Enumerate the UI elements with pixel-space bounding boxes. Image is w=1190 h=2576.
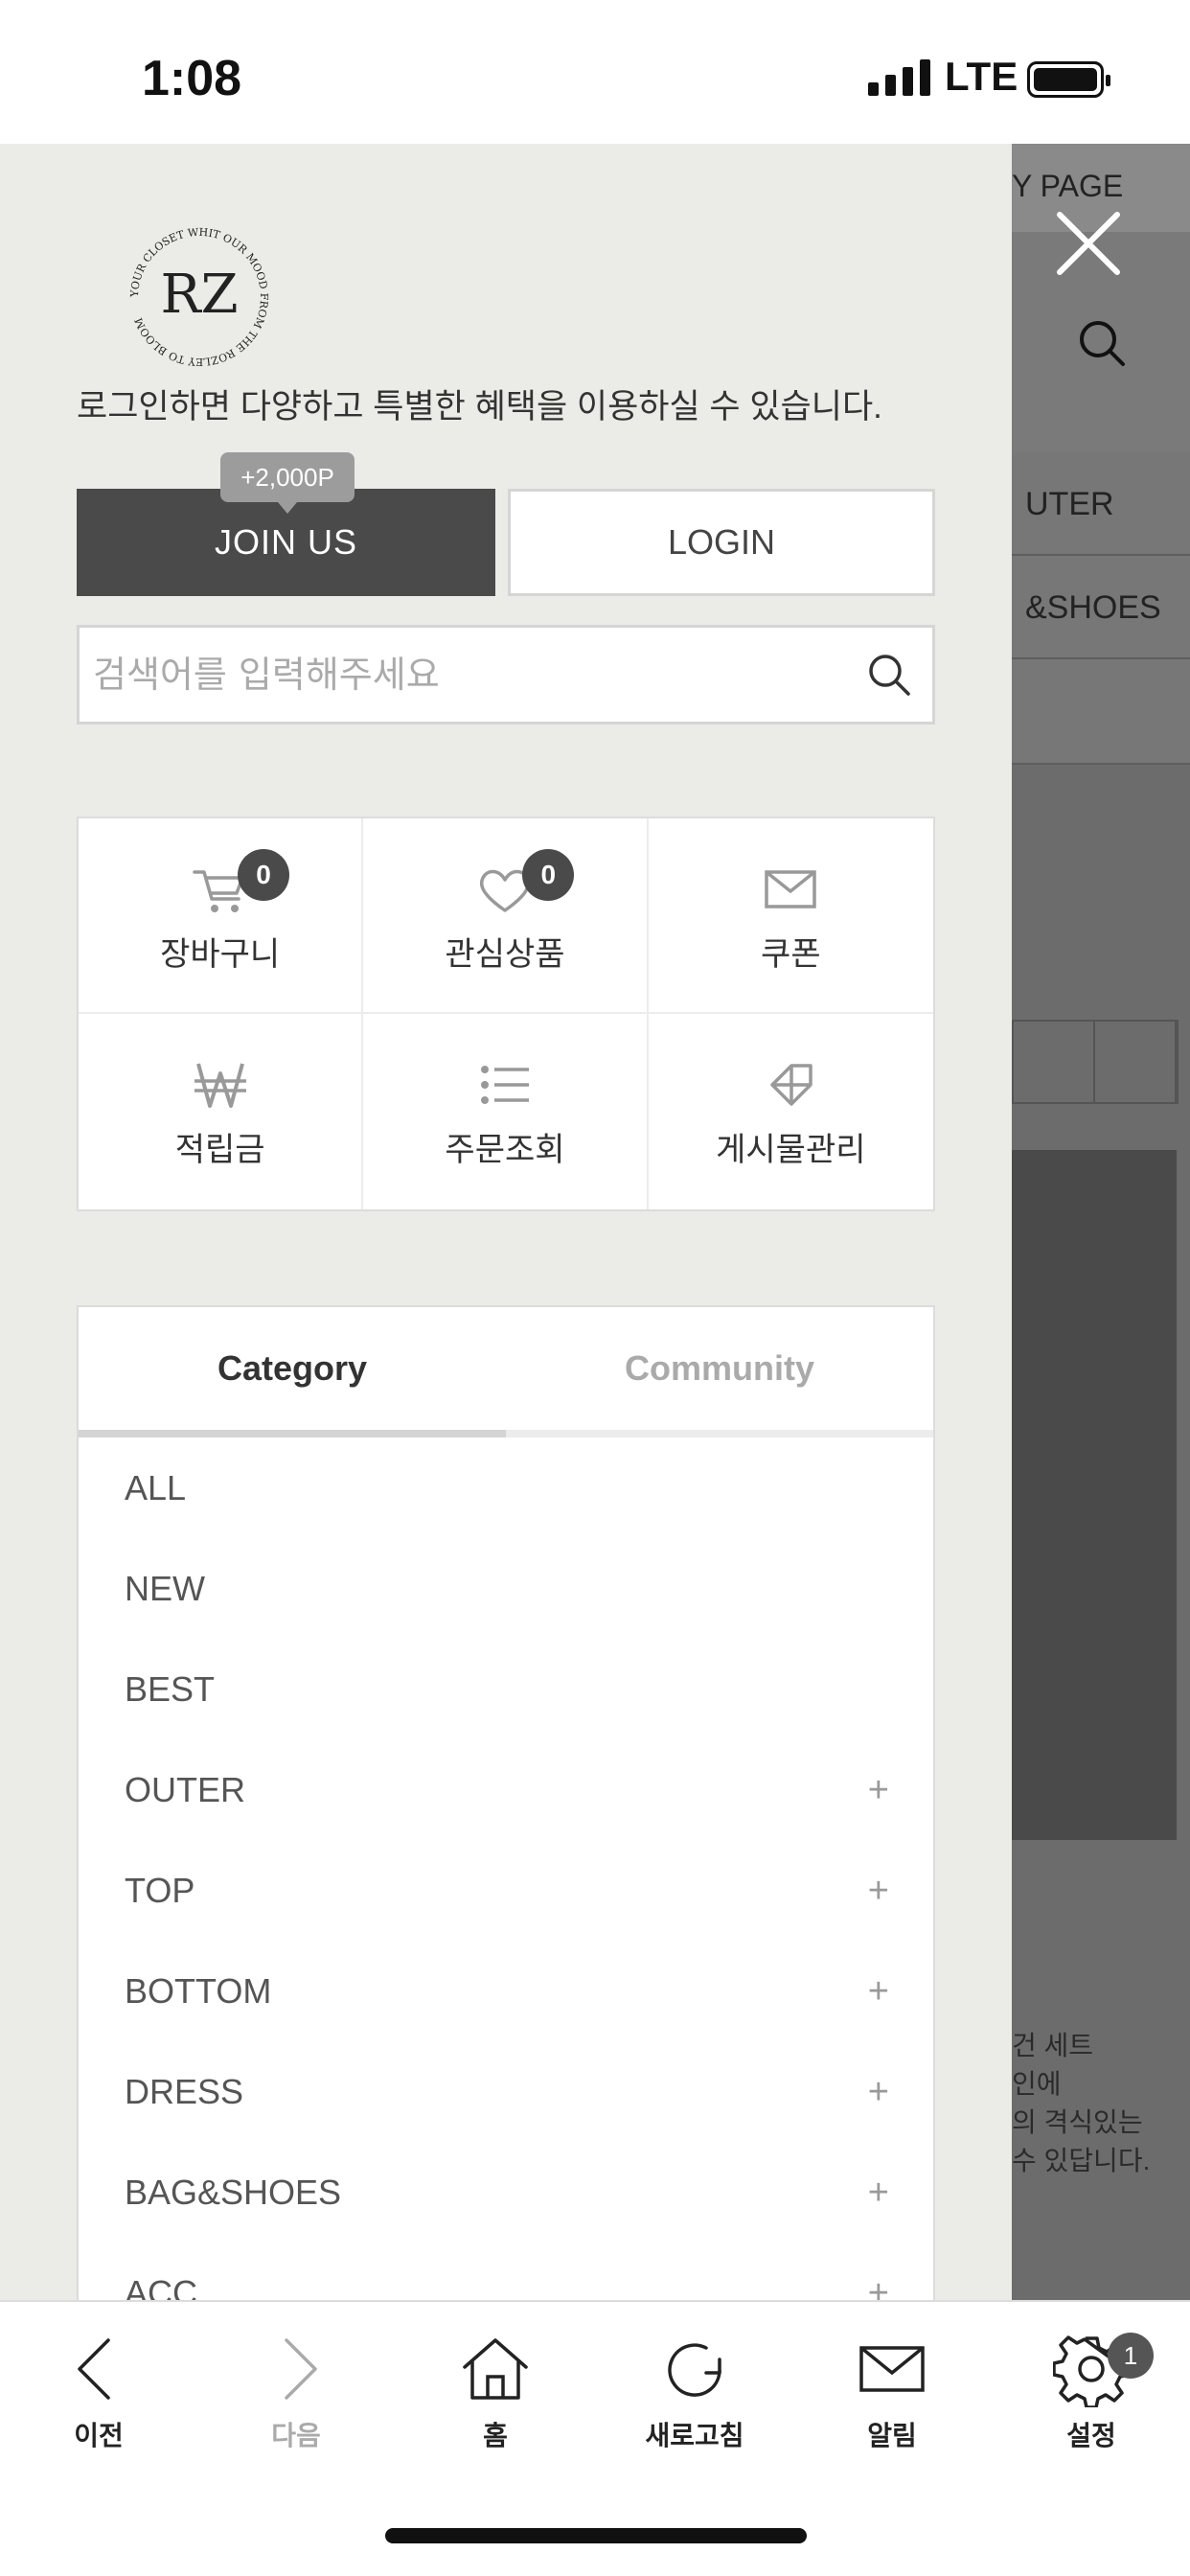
menu-tabs: Category Community [79, 1307, 933, 1438]
category-item-all[interactable]: ALL [79, 1438, 933, 1538]
notification-button[interactable]: 알림 [820, 2331, 964, 2453]
home-indicator [385, 2528, 807, 2543]
shortcut-wishlist[interactable]: 0 관심상품 [363, 818, 649, 1014]
status-time: 1:08 [142, 51, 242, 106]
expand-icon[interactable]: + [868, 2074, 889, 2110]
bg-row: UTER [1012, 452, 1190, 556]
status-bar: 1:08 LTE [0, 0, 1190, 144]
search-input[interactable] [93, 628, 840, 722]
bg-row [1012, 659, 1190, 765]
expand-icon[interactable]: + [868, 1873, 889, 1909]
brand-logo[interactable]: YOUR CLOSET WHIT OUR MOOD FROM THE ROZLE… [123, 220, 276, 374]
shortcut-grid: 0 장바구니 0 관심상품 쿠폰 적립금 주문조회 게시물관리 [77, 816, 935, 1211]
expand-icon[interactable]: + [868, 2174, 889, 2211]
shortcut-label: 적립금 [174, 1131, 265, 1169]
shortcut-cart[interactable]: 0 장바구니 [79, 818, 364, 1014]
bg-snippet: 건 세트 인에 의 격식있는 수 있답니다. [1012, 2031, 1151, 2175]
login-button[interactable]: LOGIN [508, 489, 935, 596]
bg-grid-buttons [1012, 1020, 1179, 1104]
search-icon[interactable] [865, 651, 913, 699]
background-page[interactable]: Y PAGE UTER &SHOES 건 세트 인에 의 격식있는 수 있답니다… [1012, 144, 1190, 2300]
category-item-bottom[interactable]: BOTTOM + [79, 1941, 933, 2041]
svg-text:RZ: RZ [160, 264, 238, 326]
home-icon [463, 2338, 528, 2400]
signal-icon [868, 59, 930, 96]
forward-button[interactable]: 다음 [224, 2331, 368, 2453]
active-tab-indicator [79, 1430, 506, 1438]
expand-icon[interactable]: + [868, 2275, 889, 2300]
refresh-button[interactable]: 새로고침 [623, 2331, 767, 2453]
back-icon [78, 2338, 110, 2400]
category-item-outer[interactable]: OUTER + [79, 1739, 933, 1840]
envelope-icon [765, 870, 817, 908]
wishlist-count-badge: 0 [522, 849, 575, 901]
search-box [77, 625, 935, 724]
category-item-acc[interactable]: ACC + [79, 2242, 933, 2301]
refresh-icon [668, 2343, 721, 2397]
join-bonus-badge: +2,000P [220, 452, 355, 514]
shortcut-points[interactable]: 적립금 [79, 1014, 364, 1209]
tag-icon [770, 1064, 813, 1106]
mail-icon [859, 2346, 925, 2392]
category-item-top[interactable]: TOP + [79, 1840, 933, 1941]
shortcut-orders[interactable]: 주문조회 [363, 1014, 649, 1209]
won-icon [194, 1063, 246, 1108]
shortcut-label: 주문조회 [445, 1131, 565, 1169]
home-button[interactable]: 홈 [423, 2331, 567, 2453]
tab-category[interactable]: Category [79, 1307, 506, 1430]
network-label: LTE [945, 54, 1018, 99]
shortcut-label: 장바구니 [160, 935, 281, 974]
tab-community[interactable]: Community [506, 1307, 933, 1430]
list-icon [480, 1066, 529, 1104]
category-item-bag-shoes[interactable]: BAG&SHOES + [79, 2142, 933, 2242]
side-drawer: YOUR CLOSET WHIT OUR MOOD FROM THE ROZLE… [0, 144, 1012, 2300]
shortcut-label: 게시물관리 [716, 1131, 866, 1169]
shortcut-coupon[interactable]: 쿠폰 [648, 818, 933, 1014]
bg-row: &SHOES [1012, 556, 1190, 659]
bg-product-image [1012, 1150, 1177, 1840]
battery-icon [1027, 61, 1110, 98]
shortcut-label: 쿠폰 [761, 935, 821, 974]
shortcut-label: 관심상품 [445, 935, 565, 974]
category-menu: Category Community ALL NEW BEST OUTER + T… [77, 1305, 935, 2300]
close-icon[interactable] [1054, 209, 1123, 278]
cart-count-badge: 0 [238, 849, 289, 901]
category-item-dress[interactable]: DRESS + [79, 2041, 933, 2142]
login-notice: 로그인하면 다양하고 특별한 혜택을 이용하실 수 있습니다. [77, 388, 882, 426]
category-item-best[interactable]: BEST [79, 1639, 933, 1739]
expand-icon[interactable]: + [868, 1772, 889, 1808]
settings-badge: 1 [1108, 2333, 1154, 2379]
forward-icon [285, 2338, 317, 2400]
shortcut-posts[interactable]: 게시물관리 [649, 1014, 933, 1209]
back-button[interactable]: 이전 [27, 2331, 171, 2453]
bg-page-label: Y PAGE [1012, 169, 1124, 203]
expand-icon[interactable]: + [868, 1973, 889, 2010]
bg-search-icon [1080, 321, 1125, 366]
category-item-new[interactable]: NEW [79, 1538, 933, 1639]
